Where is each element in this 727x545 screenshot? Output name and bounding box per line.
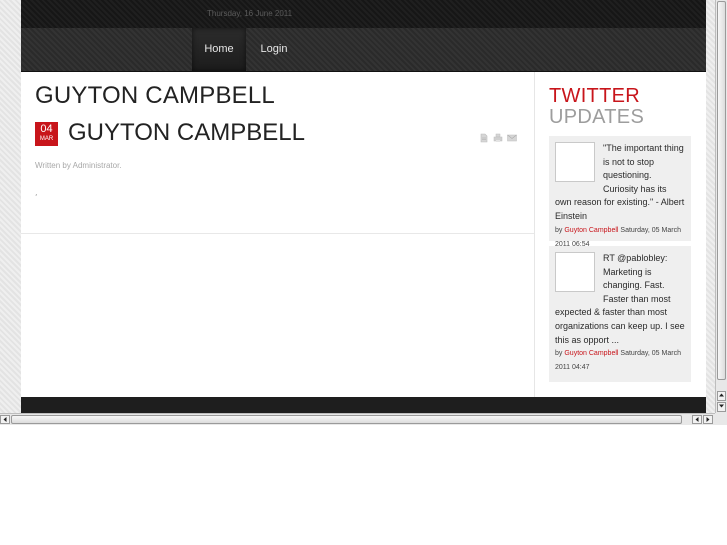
- scroll-down-button[interactable]: [717, 402, 726, 412]
- tweet-by: by: [555, 350, 563, 358]
- twitter-title: TWITTER: [549, 85, 640, 107]
- tweet-item: "The important thing is not to stop ques…: [549, 136, 691, 248]
- tweet-by: by: [555, 226, 563, 234]
- nav-item-label: Home: [204, 43, 234, 55]
- scrollbar-corner: [715, 413, 727, 425]
- nav-item-label: Login: [260, 43, 288, 55]
- scroll-up-button[interactable]: [717, 391, 726, 401]
- browser-viewport: Thursday, 16 June 2011 Home Login GUYTON…: [0, 0, 715, 413]
- current-date: Thursday, 16 June 2011: [207, 9, 293, 18]
- nav-item-home[interactable]: Home: [192, 28, 246, 71]
- avatar: [555, 142, 595, 182]
- badge-month: MAR: [39, 136, 54, 142]
- article-title-link[interactable]: GUYTON CAMPBELL: [68, 119, 305, 147]
- scroll-right-button[interactable]: [703, 415, 713, 424]
- chevron-right-icon: [706, 417, 710, 422]
- date-badge: 04 MAR: [35, 122, 58, 146]
- content-divider: [21, 233, 534, 234]
- print-icon[interactable]: [493, 128, 503, 142]
- sidebar: TWITTER UPDATES "The important thing is …: [535, 72, 706, 397]
- scroll-left-button[interactable]: [0, 415, 10, 424]
- top-bar: Thursday, 16 June 2011: [21, 0, 706, 28]
- vertical-scroll-thumb[interactable]: [717, 1, 726, 380]
- email-icon[interactable]: [507, 128, 517, 142]
- chevron-left-icon: [3, 417, 7, 422]
- page: Thursday, 16 June 2011 Home Login GUYTON…: [21, 0, 706, 413]
- tweet-byline: by Guyton Campbell Saturday, 05 March 20…: [555, 347, 685, 375]
- nav-item-login[interactable]: Login: [251, 28, 297, 71]
- chevron-down-icon: [719, 404, 724, 408]
- vertical-scrollbar[interactable]: [715, 0, 727, 413]
- tweet-author-link[interactable]: Guyton Campbell: [564, 227, 618, 234]
- article-body: ,: [35, 188, 38, 197]
- chevron-left-icon: [695, 417, 699, 422]
- pdf-icon[interactable]: [479, 128, 489, 143]
- page-title: GUYTON CAMPBELL: [35, 82, 275, 109]
- main-content: GUYTON CAMPBELL 04 MAR GUYTON CAMPBELL W…: [21, 72, 535, 397]
- article-meta: Written by Administrator.: [35, 161, 122, 170]
- horizontal-scroll-thumb[interactable]: [11, 415, 682, 424]
- chevron-up-icon: [719, 393, 724, 397]
- main-nav: Home Login: [21, 28, 706, 72]
- tweet-item: RT @pablobley: Marketing is changing. Fa…: [549, 246, 691, 382]
- avatar: [555, 252, 595, 292]
- footer-bar: [21, 397, 706, 413]
- article-actions: [479, 128, 517, 143]
- updates-title: UPDATES: [549, 106, 645, 128]
- tweet-author-link[interactable]: Guyton Campbell: [564, 350, 618, 357]
- badge-day: 04: [40, 123, 53, 135]
- scroll-left-button-2[interactable]: [692, 415, 702, 424]
- horizontal-scrollbar[interactable]: [0, 413, 715, 425]
